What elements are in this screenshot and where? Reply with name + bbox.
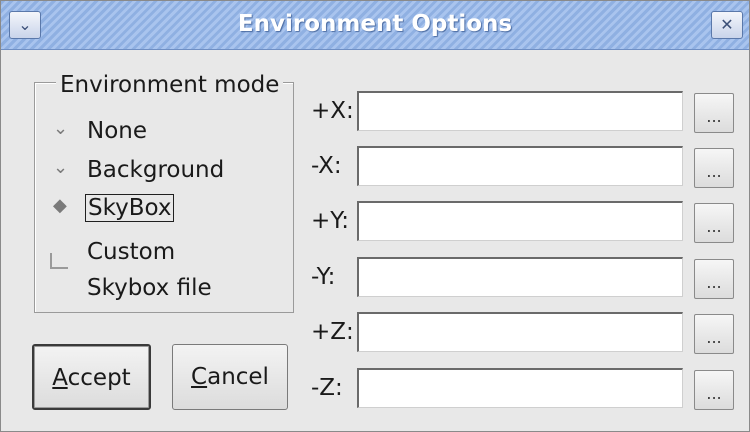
radio-background-indicator[interactable]: ⌄: [53, 157, 68, 178]
custom-skybox-checkbox[interactable]: [50, 253, 68, 269]
browse-button-neg-x[interactable]: ...: [694, 148, 734, 188]
radio-skybox-indicator[interactable]: ◆: [53, 195, 67, 216]
face-label-neg-x: -X:: [311, 153, 342, 179]
face-label-neg-z: -Z:: [311, 375, 343, 401]
browse-button-neg-z[interactable]: ...: [694, 370, 734, 410]
face-input-pos-x[interactable]: [357, 91, 683, 131]
window-title: Environment Options: [237, 11, 513, 37]
custom-skybox-label-line1[interactable]: Custom: [87, 239, 175, 265]
accept-button[interactable]: Accept: [32, 344, 151, 410]
cancel-mnemonic: C: [191, 364, 208, 390]
face-input-neg-y[interactable]: [357, 257, 683, 297]
browse-button-pos-x[interactable]: ...: [694, 93, 734, 133]
browse-button-neg-y[interactable]: ...: [694, 259, 734, 299]
browse-button-pos-z[interactable]: ...: [694, 314, 734, 354]
face-label-pos-z: +Z:: [311, 319, 354, 345]
radio-skybox-label[interactable]: SkyBox: [85, 194, 175, 222]
face-label-pos-y: +Y:: [311, 208, 350, 234]
title-bar[interactable]: ⌄ Environment Options ✕: [1, 1, 749, 50]
face-input-neg-z[interactable]: [357, 368, 683, 408]
environment-mode-legend: Environment mode: [56, 72, 284, 98]
accept-mnemonic: A: [52, 365, 68, 391]
cancel-button[interactable]: Cancel: [172, 344, 288, 410]
face-input-neg-x[interactable]: [357, 146, 683, 186]
environment-options-dialog: ⌄ Environment Options ✕ Environment mode…: [0, 0, 750, 432]
face-label-neg-y: -Y:: [311, 264, 336, 290]
skybox-focus-text: SkyBox: [85, 194, 175, 222]
radio-none-label[interactable]: None: [87, 118, 147, 144]
close-icon[interactable]: ✕: [711, 11, 743, 39]
cancel-label-rest: ancel: [207, 364, 269, 390]
radio-background-label[interactable]: Background: [87, 157, 224, 183]
accept-label-rest: ccept: [67, 365, 131, 391]
face-input-pos-y[interactable]: [357, 201, 683, 241]
browse-button-pos-y[interactable]: ...: [694, 203, 734, 243]
face-input-pos-z[interactable]: [357, 312, 683, 352]
custom-skybox-label-line2[interactable]: Skybox file: [87, 275, 212, 301]
face-label-pos-x: +X:: [311, 98, 354, 124]
radio-none-indicator[interactable]: ⌄: [53, 118, 68, 139]
